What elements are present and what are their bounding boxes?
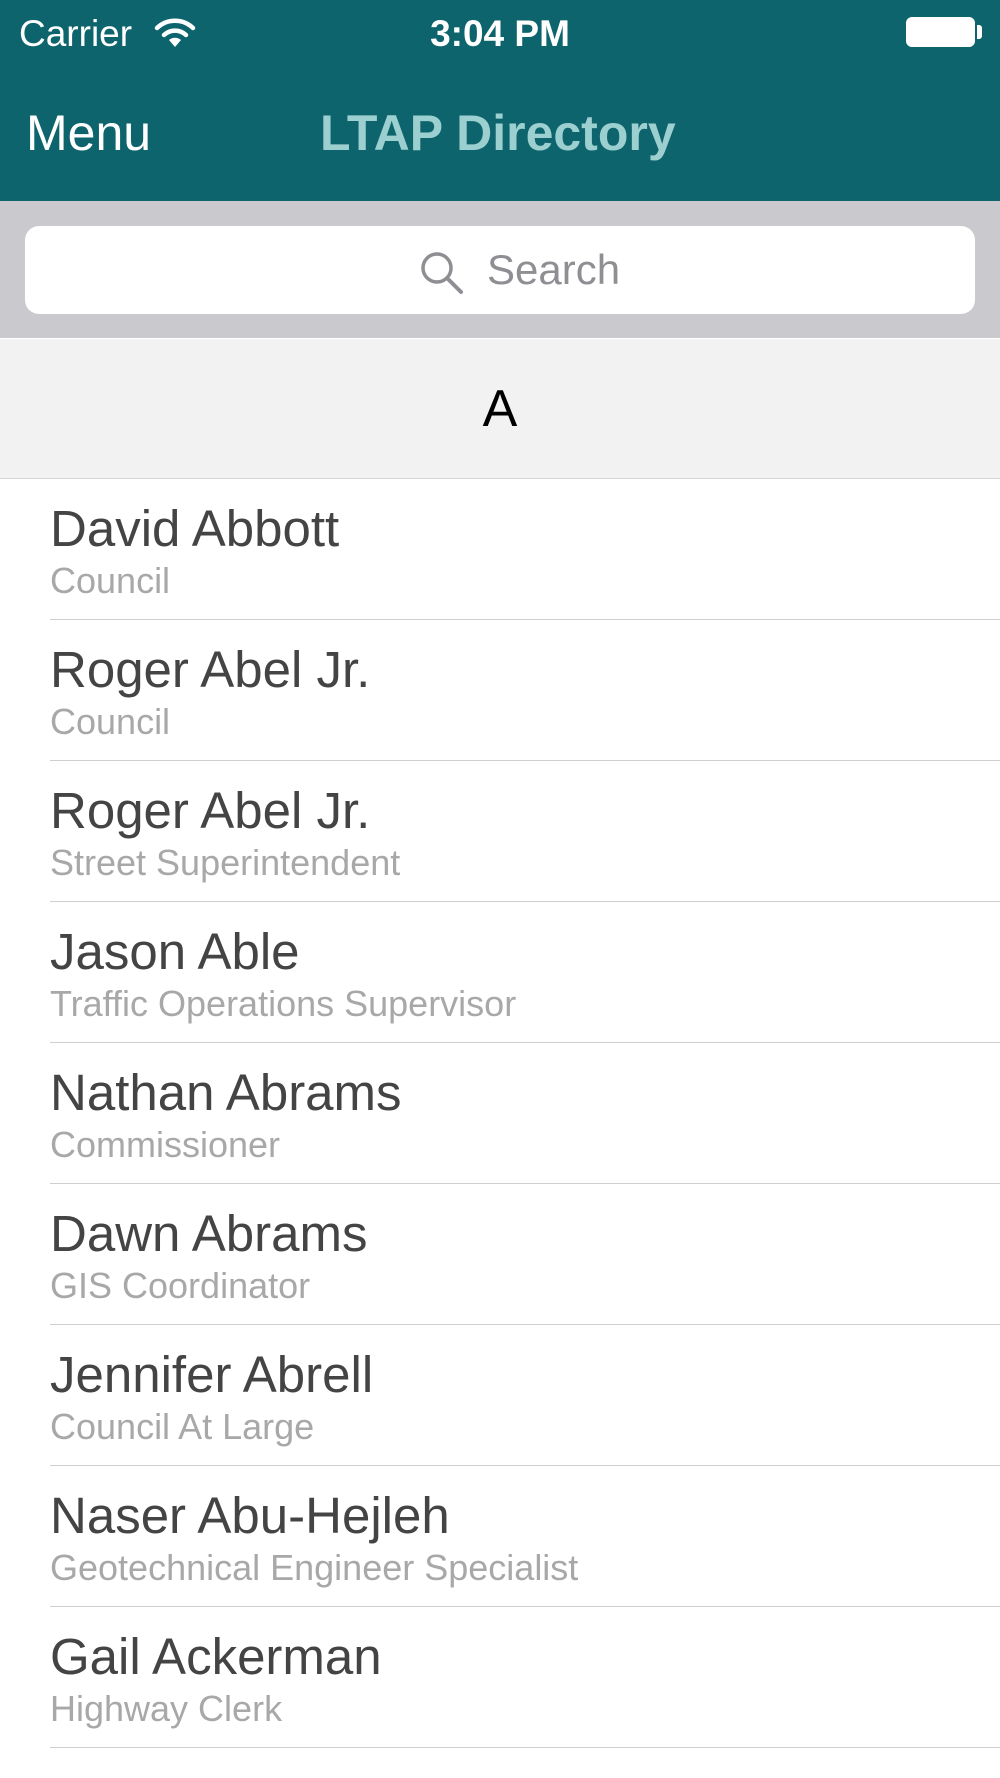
list-item[interactable]: Roger Abel Jr. Council [0, 620, 1000, 761]
contact-title: Council [50, 560, 171, 601]
contact-title: Council [50, 701, 171, 742]
directory-screen: Carrier 3:04 PM Menu LTAP Directory Sear… [0, 0, 1000, 1778]
battery-icon [906, 17, 975, 47]
section-letter: A [482, 380, 518, 438]
contact-name: David Abbott [50, 500, 340, 557]
contact-name: Roger Abel Jr. [50, 641, 371, 698]
contact-title: Traffic Operations Supervisor [50, 983, 517, 1024]
navigation-bar: Carrier 3:04 PM Menu LTAP Directory [0, 0, 1000, 201]
list-item[interactable]: Naser Abu-Hejleh Geotechnical Engineer S… [0, 1466, 1000, 1607]
contact-name: Roger Abel Jr. [50, 782, 371, 839]
contact-title: Highway Clerk [50, 1688, 283, 1729]
list-item[interactable]: Roger Abel Jr. Street Superintendent [0, 761, 1000, 902]
search-bar: Search [0, 201, 1000, 338]
contact-name: Nathan Abrams [50, 1064, 402, 1121]
contact-name: Gail Ackerman [50, 1628, 382, 1685]
contact-title: Commissioner [50, 1124, 281, 1165]
contact-name: Dawn Abrams [50, 1205, 368, 1262]
menu-button[interactable]: Menu [26, 103, 151, 163]
list-item[interactable]: David Abbott Council [0, 479, 1000, 620]
contact-title: Geotechnical Engineer Specialist [50, 1547, 579, 1588]
search-icon [421, 252, 463, 294]
section-header: A [0, 339, 1000, 479]
contact-name: Jennifer Abrell [50, 1346, 374, 1403]
clock-label: 3:04 PM [430, 13, 570, 54]
page-title: LTAP Directory [320, 105, 676, 161]
list-item[interactable]: Dawn Abrams GIS Coordinator [0, 1184, 1000, 1325]
search-input[interactable]: Search [25, 226, 975, 314]
contact-name: Naser Abu-Hejleh [50, 1487, 450, 1544]
contact-title: Street Superintendent [50, 842, 401, 883]
list-item[interactable]: Jennifer Abrell Council At Large [0, 1325, 1000, 1466]
row-divider [50, 1747, 1000, 1748]
contact-name: Jason Able [50, 923, 300, 980]
contact-title: Council At Large [50, 1406, 315, 1447]
contact-title: GIS Coordinator [50, 1265, 311, 1306]
list-item[interactable]: Nathan Abrams Commissioner [0, 1043, 1000, 1184]
list-item[interactable]: Gail Ackerman Highway Clerk [0, 1607, 1000, 1748]
battery-tip [977, 25, 982, 39]
search-placeholder: Search [487, 246, 621, 293]
list-item[interactable]: Jason Able Traffic Operations Supervisor [0, 902, 1000, 1043]
